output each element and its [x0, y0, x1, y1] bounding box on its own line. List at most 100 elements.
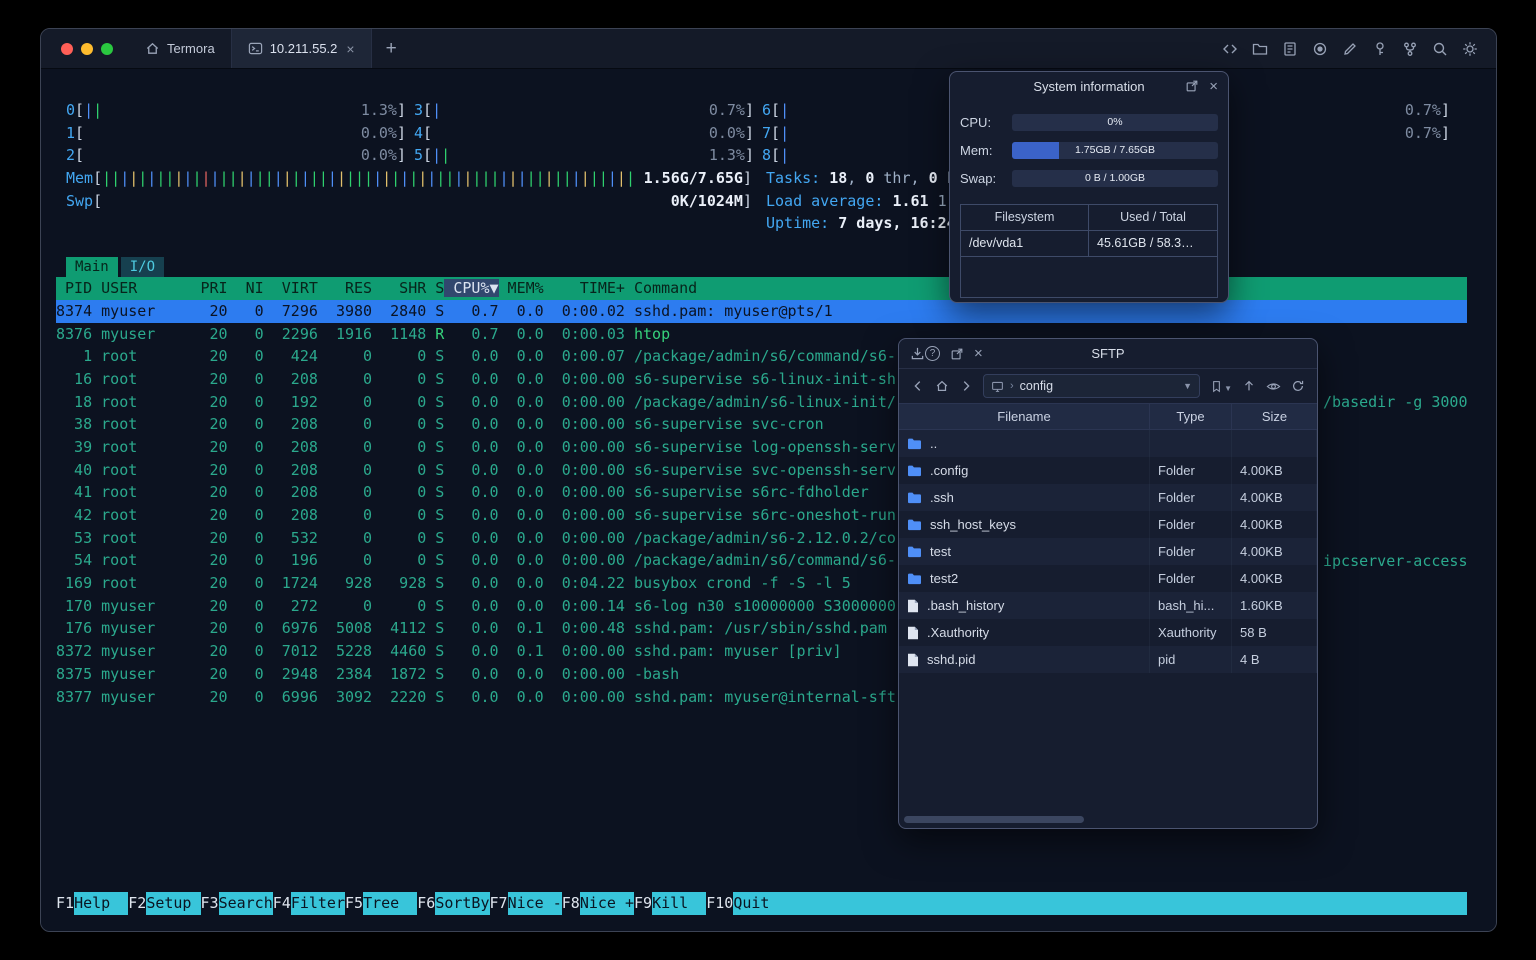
cpu-meter-id: 5	[414, 146, 424, 165]
fkey-quit[interactable]: F10 Quit	[706, 892, 788, 915]
tab-home[interactable]: Termora	[129, 29, 231, 68]
new-tab-button[interactable]: +	[372, 29, 411, 68]
window-controls	[41, 29, 129, 68]
function-key-bar: F1 Help F2 Setup F3 Search F4 Filter F5 Tree F6…	[56, 892, 1467, 915]
horizontal-scrollbar[interactable]	[904, 816, 1084, 823]
minimize-button[interactable]	[81, 42, 93, 55]
cpu-meter-1: 1[0.0%]	[66, 122, 406, 145]
system-meters: Mem[||||||||||||||||||||||||||||||||||||…	[56, 167, 1481, 235]
sort-column-cpu[interactable]: CPU%▼	[444, 279, 499, 298]
fkey-nice-[interactable]: F8 Nice +	[562, 892, 634, 915]
cpu-meter-value: 0.7%	[1404, 123, 1441, 142]
close-icon[interactable]: ×	[974, 346, 983, 361]
file-type: pid	[1150, 646, 1232, 673]
code-icon[interactable]	[1222, 41, 1238, 57]
tab-session-label: 10.211.55.2	[269, 41, 338, 56]
fs-usage: 45.61GB / 58.3…	[1089, 231, 1217, 257]
log-icon[interactable]	[1282, 41, 1298, 57]
edit-icon[interactable]	[1342, 41, 1358, 57]
tab-close-icon[interactable]: ×	[346, 41, 354, 57]
fkey-setup[interactable]: F2 Setup	[128, 892, 201, 915]
back-icon[interactable]	[911, 379, 925, 393]
folder-icon[interactable]	[1252, 41, 1268, 57]
file-row[interactable]: test2 Folder 4.00KB	[899, 565, 1317, 592]
mem-label: Mem:	[960, 142, 993, 158]
file-size: 1.60KB	[1232, 592, 1317, 619]
forward-icon[interactable]	[959, 379, 973, 393]
file-row[interactable]: .Xauthority Xauthority 58 B	[899, 619, 1317, 646]
process-table-header[interactable]: PID USER PRI NI VIRT RES SHR S CPU%▼ MEM…	[56, 277, 1467, 300]
branch-icon[interactable]	[1402, 41, 1418, 57]
fs-col-used-total: Used / Total	[1089, 205, 1217, 231]
cpu-usage-bar: 0%	[1012, 113, 1218, 131]
file-list: .. .config Folder 4.00KB .ssh Folder 4.00KB ssh…	[899, 430, 1317, 673]
file-row[interactable]: .bash_history bash_hi... 1.60KB	[899, 592, 1317, 619]
tab-main[interactable]: Main	[66, 257, 118, 278]
chevron-right-icon: ›	[1010, 380, 1014, 392]
file-row[interactable]: .config Folder 4.00KB	[899, 457, 1317, 484]
key-icon[interactable]	[1372, 41, 1388, 57]
system-information-titlebar[interactable]: System information ×	[950, 72, 1228, 100]
fkey-help[interactable]: F1 Help	[56, 892, 129, 915]
tab-io[interactable]: I/O	[120, 257, 165, 278]
file-icon	[907, 599, 919, 613]
file-size	[1232, 430, 1317, 457]
file-row[interactable]: sshd.pid pid 4 B	[899, 646, 1317, 673]
close-button[interactable]	[61, 42, 73, 55]
col-size[interactable]: Size	[1232, 404, 1317, 430]
cpu-meter-4: 4[0.0%]	[414, 122, 754, 145]
bookmark-button[interactable]: ▼	[1210, 380, 1232, 393]
file-row[interactable]: .ssh Folder 4.00KB	[899, 484, 1317, 511]
file-row[interactable]: test Folder 4.00KB	[899, 538, 1317, 565]
command-fragment: ipcserver-access	[1323, 552, 1468, 570]
file-row[interactable]: ..	[899, 430, 1317, 457]
parent-directory-icon[interactable]	[1242, 379, 1256, 393]
open-in-window-icon[interactable]	[1185, 79, 1199, 93]
file-row[interactable]: ssh_host_keys Folder 4.00KB	[899, 511, 1317, 538]
fkey-tree[interactable]: F5 Tree	[345, 892, 418, 915]
cpu-meter-id: 3	[414, 101, 424, 119]
process-row[interactable]: 8374 myuser 20 0 7296 3980 2840 S 0.7 0.…	[56, 299, 1467, 323]
help-icon[interactable]: ?	[925, 346, 940, 361]
settings-icon[interactable]	[1462, 41, 1478, 57]
folder-icon	[907, 464, 922, 477]
chevron-down-icon[interactable]: ▼	[1183, 381, 1192, 391]
zoom-button[interactable]	[101, 42, 113, 55]
fs-device: /dev/vda1	[961, 231, 1089, 257]
fkey-nice-[interactable]: F7 Nice -	[490, 892, 562, 915]
cpu-meter-5: 5[|| 1.3%]	[414, 144, 754, 167]
file-name: .bash_history	[927, 598, 1005, 613]
close-icon[interactable]: ×	[1209, 79, 1218, 94]
cpu-meter-id: 0	[66, 101, 76, 119]
folder-icon	[907, 572, 922, 585]
fkey-sortby[interactable]: F6 SortBy	[417, 892, 490, 915]
fkey-search[interactable]: F3 Search	[201, 892, 273, 915]
col-filename[interactable]: Filename	[899, 404, 1150, 430]
cpu-meter-2: 2[0.0%]	[66, 144, 406, 167]
file-name: test	[930, 544, 951, 559]
record-icon[interactable]	[1312, 41, 1328, 57]
swap-label: Swap:	[960, 170, 997, 186]
search-icon[interactable]	[1432, 41, 1448, 57]
fkey-kill[interactable]: F9 Kill	[634, 892, 707, 915]
fs-col-filesystem: Filesystem	[961, 205, 1089, 231]
file-name: ssh_host_keys	[930, 517, 1016, 532]
file-name: .Xauthority	[927, 625, 990, 640]
col-type[interactable]: Type	[1150, 404, 1232, 430]
sftp-titlebar[interactable]: SFTP ? ×	[899, 339, 1317, 369]
cpu-meter-value: 0.0%	[360, 123, 397, 142]
show-hidden-icon[interactable]	[1266, 379, 1281, 394]
refresh-icon[interactable]	[1291, 379, 1305, 393]
home-icon[interactable]	[935, 379, 949, 393]
system-information-panel: System information × CPU: 0% Mem: 1.75GB…	[949, 71, 1229, 303]
cpu-meter-value: 1.3%	[360, 101, 397, 119]
fkey-filter[interactable]: F4 Filter	[273, 892, 345, 915]
tab-ssh-session[interactable]: 10.211.55.2 ×	[230, 29, 372, 68]
file-table-header[interactable]: Filename Type Size	[899, 403, 1317, 430]
open-in-window-icon[interactable]	[950, 347, 964, 361]
home-icon	[145, 41, 160, 56]
htop-tabs: Main I/O	[66, 257, 1481, 278]
path-field[interactable]: › config ▼	[983, 374, 1201, 398]
file-type	[1150, 430, 1232, 457]
file-type: bash_hi...	[1150, 592, 1232, 619]
